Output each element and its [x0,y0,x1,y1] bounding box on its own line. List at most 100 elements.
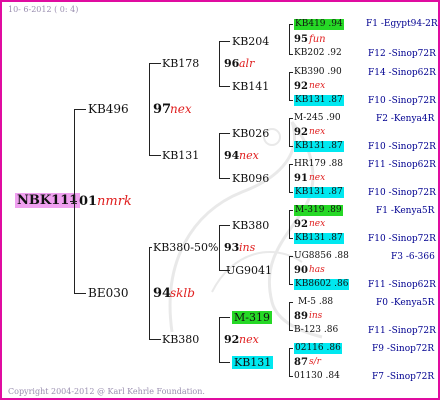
connector [289,24,293,25]
connector [219,41,230,42]
gen3-name[interactable]: KB131 [232,356,274,369]
gen2-year: 96 [224,57,240,70]
gen2-name[interactable]: KB131 [162,150,199,161]
gen4-sire[interactable]: M-319 .89 [294,205,343,216]
pedigree-panel: 10- 6-2012 ( 0: 4) NBK111 01 nmrk KB496 … [0,0,440,400]
gen4-dam-info: F12 -Sinop72R [368,49,436,59]
connector [289,210,290,239]
gen2-tag: alr [239,57,255,70]
gen3-name[interactable]: UG9041 [226,265,272,276]
gen4-tag: nex [309,127,326,137]
gen4-dam[interactable]: KB8602 .86 [294,279,350,290]
connector [289,348,290,377]
sire-name[interactable]: KB496 [88,103,129,115]
gen4-sire-info: F1 -Egypt94-2R [366,19,438,29]
gen4-year: 89 [294,311,308,322]
gen4-sire-info: F1 -Kenya5R [376,206,435,216]
gen4-year: 87 [294,357,308,368]
gen4-dam[interactable]: KB131 .87 [294,233,344,244]
root-tag: nmrk [97,194,132,209]
connector [289,118,293,119]
connector [149,247,150,340]
gen4-tag: has [309,265,325,275]
connector [289,256,290,285]
gen2-year: 92 [224,333,240,346]
header-date: 10- 6-2012 ( 0: 4) [8,5,79,14]
gen4-year: 92 [294,127,308,138]
gen4-sire[interactable]: M-245 .90 [294,114,341,123]
connector [219,86,230,87]
gen3-name[interactable]: M-319 [232,311,272,324]
sire-year: 97 [153,102,172,117]
connector [289,348,293,349]
connector [149,247,152,248]
gen4-sire-info: F2 -Kenya4R [376,114,435,124]
gen4-dam-info: F10 -Sinop72R [368,96,436,106]
gen3-name[interactable]: KB204 [232,36,269,47]
connector [289,118,290,147]
connector [289,302,293,303]
gen4-dam-info: F11 -Sinop72R [368,326,436,336]
connector [289,192,293,193]
gen4-sire-info: F11 -Sinop62R [368,160,436,170]
gen4-sire[interactable]: M-5 .88 [298,298,333,307]
gen4-sire[interactable]: KB419 .94 [294,19,344,30]
gen4-dam[interactable]: 01130 .84 [294,372,340,381]
gen4-dam[interactable]: KB202 .92 [294,49,342,58]
connector [289,376,293,377]
gen4-year: 91 [294,173,308,184]
root-year: 01 [79,194,98,209]
connector [74,293,86,294]
gen4-sire[interactable]: HR179 .88 [294,160,343,169]
connector [289,284,293,285]
connector [219,362,230,363]
gen4-dam[interactable]: KB131 .87 [294,141,344,152]
gen4-tag: nex [309,81,326,91]
connector [219,133,220,179]
connector [149,155,161,156]
connector [149,63,161,64]
connector [289,302,290,331]
footer-copyright: Copyright 2004-2012 @ Karl Kehrle Founda… [8,387,205,396]
gen4-sire-info: F3 -6-366 [391,252,435,262]
gen4-dam[interactable]: B-123 .86 [294,326,338,335]
connector [289,24,290,55]
gen3-name[interactable]: KB096 [232,173,269,184]
gen3-name[interactable]: KB026 [232,128,269,139]
gen4-dam[interactable]: KB131 .87 [294,95,344,106]
connector [289,100,293,101]
connector [149,339,161,340]
gen3-name[interactable]: KB141 [232,81,269,92]
gen4-dam-info: F7 -Sinop72R [372,372,435,382]
gen2-tag: nex [239,333,259,346]
connector [289,210,293,211]
gen2-name[interactable]: KB380-50% [153,242,218,253]
gen4-dam-info: F10 -Sinop72R [368,188,436,198]
connector [219,317,230,318]
gen2-year: 93 [224,241,240,254]
connector [289,330,293,331]
gen4-sire[interactable]: KB390 .90 [294,68,342,77]
dam-name[interactable]: BE030 [88,287,128,299]
connector [219,178,230,179]
connector [219,225,230,226]
gen4-dam[interactable]: KB131 .87 [294,187,344,198]
gen2-name[interactable]: KB178 [162,58,199,69]
gen2-name[interactable]: KB380 [162,334,199,345]
gen4-sire-info: F14 -Sinop62R [368,68,436,78]
connector [289,72,290,101]
gen3-name[interactable]: KB380 [232,220,269,231]
gen4-sire[interactable]: UG8856 .88 [294,252,349,261]
connector [74,109,86,110]
connector [289,146,293,147]
connector [289,72,293,73]
gen4-year: 90 [294,265,308,276]
connector [219,317,220,363]
connector [219,41,220,87]
connector [289,238,293,239]
gen4-sire[interactable]: 02116 .86 [294,343,342,354]
gen4-tag: s/r [309,357,321,367]
gen4-year: 92 [294,219,308,230]
connector [219,225,220,271]
gen4-dam-info: F10 -Sinop72R [368,234,436,244]
